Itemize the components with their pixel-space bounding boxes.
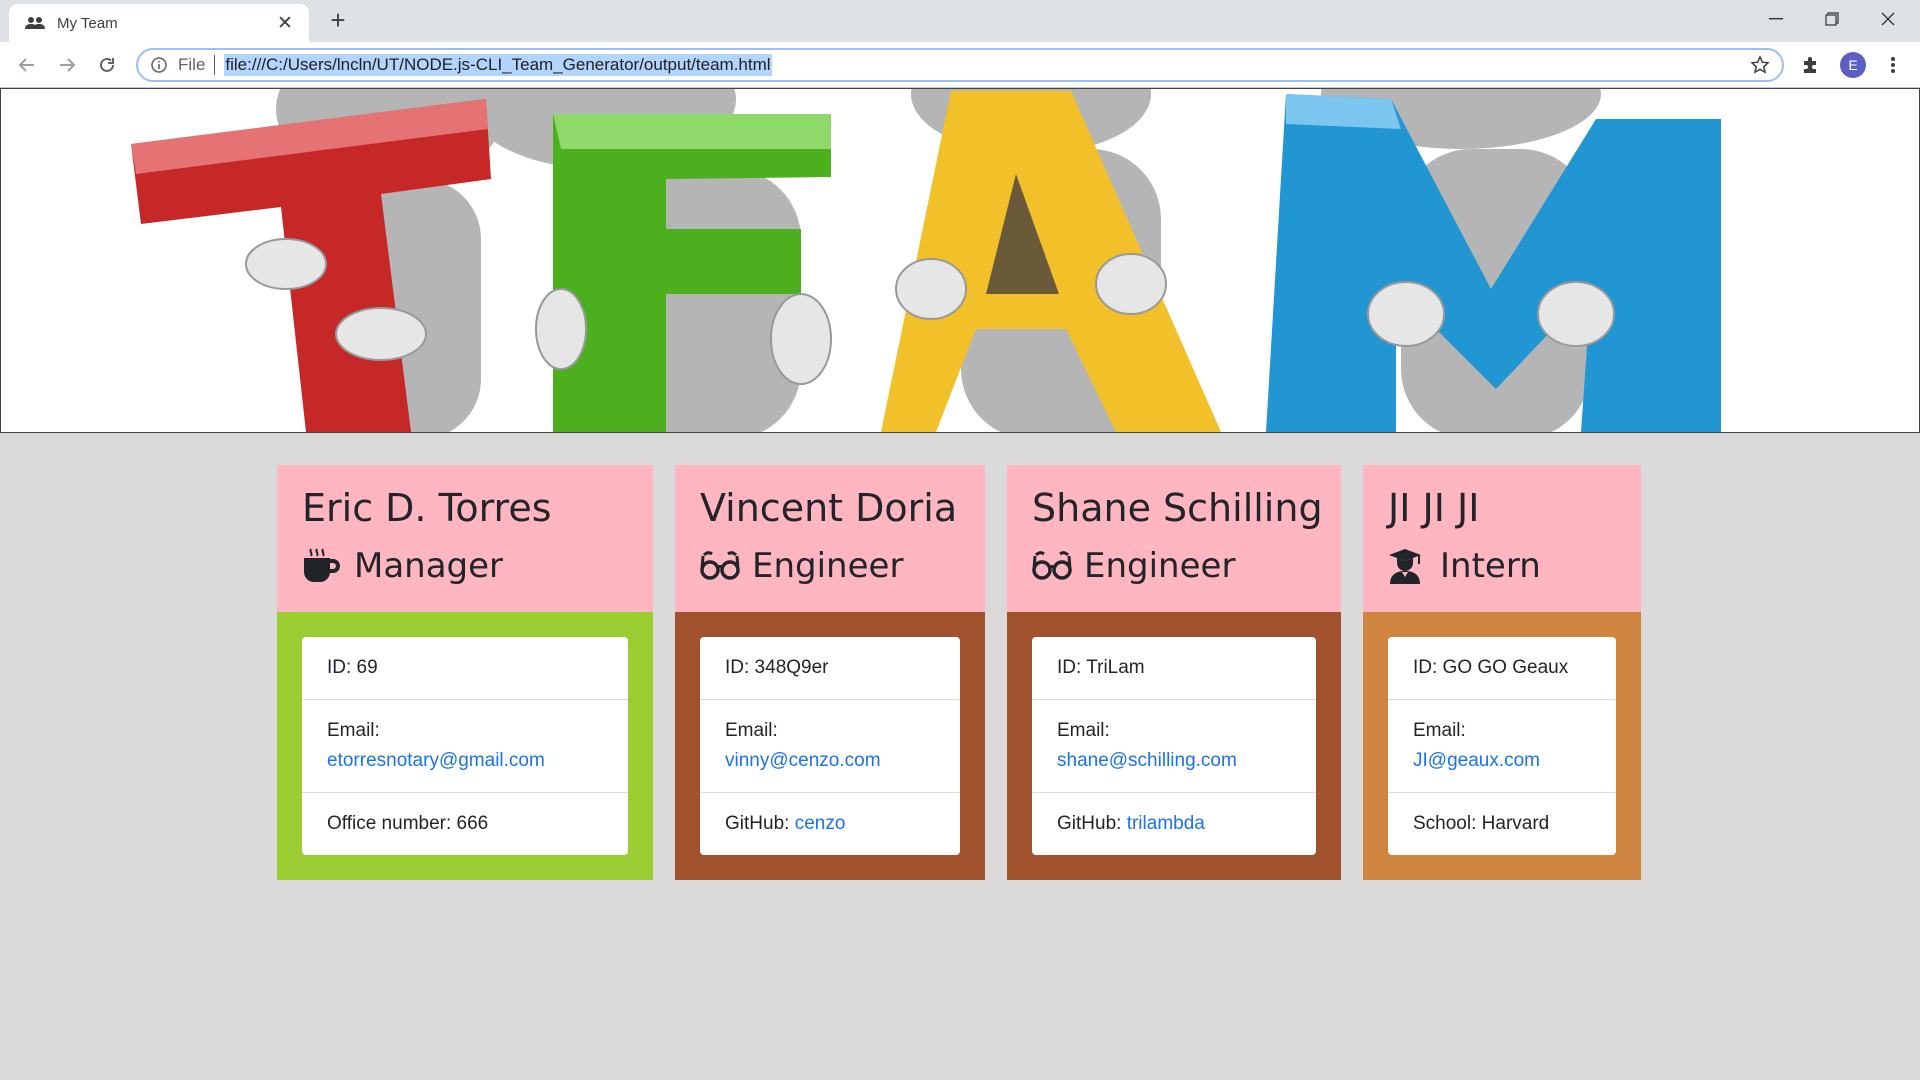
github-label: GitHub: — [725, 813, 795, 834]
mug-icon — [302, 546, 342, 586]
employee-role: Manager — [354, 546, 504, 586]
employee-role-line: Manager — [302, 537, 628, 595]
employee-role-line: Engineer — [1032, 537, 1316, 595]
employee-card: Vincent Doria Engineer ID: 348Q9er Email… — [675, 465, 985, 880]
employee-name: JI JI JI — [1388, 486, 1480, 530]
email-label: Email: — [725, 720, 778, 741]
employee-name: Shane Schilling — [1032, 486, 1323, 530]
email-link[interactable]: shane@schilling.com — [1057, 746, 1291, 776]
arrow-right-icon — [60, 58, 76, 72]
employee-details: ID: GO GO Geaux Email: JI@geaux.com Scho… — [1388, 637, 1616, 855]
github-link[interactable]: trilambda — [1127, 813, 1205, 834]
github-label: GitHub: — [1057, 813, 1127, 834]
employee-email-row: Email: vinny@cenzo.com — [700, 700, 960, 793]
card-body: ID: GO GO Geaux Email: JI@geaux.com Scho… — [1363, 612, 1641, 880]
back-button[interactable] — [12, 50, 42, 80]
email-label: Email: — [1057, 720, 1110, 741]
employee-name: Vincent Doria — [700, 486, 958, 530]
browser-toolbar: File file:///C:/Users/lncln/UT/NODE.js-C… — [0, 42, 1920, 88]
team-cards: Eric D. Torres Manager ID: 69 Email: eto… — [277, 465, 1641, 880]
employee-email-row: Email: JI@geaux.com — [1388, 700, 1616, 793]
employee-id: ID: GO GO Geaux — [1388, 637, 1616, 700]
employee-card: Shane Schilling Engineer ID: TriLam Emai… — [1007, 465, 1341, 880]
restore-button[interactable] — [1810, 4, 1854, 34]
reload-button[interactable] — [92, 50, 122, 80]
employee-details: ID: TriLam Email: shane@schilling.com Gi… — [1032, 637, 1316, 855]
card-header: JI JI JI Intern — [1363, 465, 1641, 612]
card-header: Shane Schilling Engineer — [1007, 465, 1341, 612]
card-body: ID: 69 Email: etorresnotary@gmail.com Of… — [277, 612, 653, 880]
employee-role: Intern — [1440, 546, 1541, 586]
graduate-icon — [1388, 546, 1428, 586]
employee-role-line: Intern — [1388, 537, 1616, 595]
employee-card: JI JI JI Intern ID: GO GO Geaux Email: J… — [1363, 465, 1641, 880]
github-row: GitHub: cenzo — [700, 793, 960, 855]
card-body: ID: 348Q9er Email: vinny@cenzo.com GitHu… — [675, 612, 985, 880]
employee-details: ID: 69 Email: etorresnotary@gmail.com Of… — [302, 637, 628, 855]
email-link[interactable]: JI@geaux.com — [1413, 746, 1591, 776]
profile-avatar[interactable]: E — [1840, 52, 1866, 78]
arrow-left-icon — [18, 58, 34, 72]
email-label: Email: — [1413, 720, 1466, 741]
card-header: Eric D. Torres Manager — [277, 465, 653, 612]
bookmark-star-icon[interactable] — [1750, 55, 1770, 75]
close-window-button[interactable] — [1866, 4, 1910, 34]
employee-details: ID: 348Q9er Email: vinny@cenzo.com GitHu… — [700, 637, 960, 855]
employee-id: ID: 69 — [302, 637, 628, 700]
reload-icon — [100, 57, 114, 72]
glasses-icon — [1032, 546, 1072, 586]
glasses-icon — [700, 546, 740, 586]
email-link[interactable]: etorresnotary@gmail.com — [327, 746, 603, 776]
card-header: Vincent Doria Engineer — [675, 465, 985, 612]
browser-tab[interactable]: My Team ✕ — [9, 4, 309, 42]
team-banner-image — [0, 88, 1920, 433]
school: School: Harvard — [1413, 813, 1550, 834]
extensions-puzzle-icon[interactable] — [1798, 52, 1824, 78]
employee-email-row: Email: shane@schilling.com — [1032, 700, 1316, 793]
employee-name: Eric D. Torres — [302, 486, 552, 530]
employee-role: Engineer — [752, 546, 904, 586]
more-menu-icon[interactable] — [1880, 52, 1906, 78]
employee-id: ID: TriLam — [1032, 637, 1316, 700]
minimize-button[interactable] — [1754, 4, 1798, 34]
new-tab-button[interactable]: + — [325, 7, 351, 34]
tab-strip: My Team ✕ + — [0, 0, 1920, 42]
info-icon[interactable] — [150, 56, 168, 74]
close-tab-icon[interactable]: ✕ — [275, 12, 295, 35]
url-text[interactable]: file:///C:/Users/lncln/UT/NODE.js-CLI_Te… — [224, 54, 772, 76]
employee-id: ID: 348Q9er — [700, 637, 960, 700]
tab-title: My Team — [57, 14, 118, 32]
github-link[interactable]: cenzo — [795, 813, 846, 834]
employee-role: Engineer — [1084, 546, 1236, 586]
employee-role-line: Engineer — [700, 537, 960, 595]
scheme-label: File — [178, 55, 206, 74]
card-body: ID: TriLam Email: shane@schilling.com Gi… — [1007, 612, 1341, 880]
office-number: Office number: 666 — [327, 813, 489, 834]
github-row: GitHub: trilambda — [1032, 793, 1316, 855]
employee-card: Eric D. Torres Manager ID: 69 Email: eto… — [277, 465, 653, 880]
omnibox-divider — [214, 55, 216, 75]
people-icon — [25, 14, 47, 32]
email-link[interactable]: vinny@cenzo.com — [725, 746, 935, 776]
email-label: Email: — [327, 720, 380, 741]
address-bar[interactable]: File file:///C:/Users/lncln/UT/NODE.js-C… — [136, 48, 1784, 82]
employee-email-row: Email: etorresnotary@gmail.com — [302, 700, 628, 793]
forward-button[interactable] — [52, 50, 82, 80]
